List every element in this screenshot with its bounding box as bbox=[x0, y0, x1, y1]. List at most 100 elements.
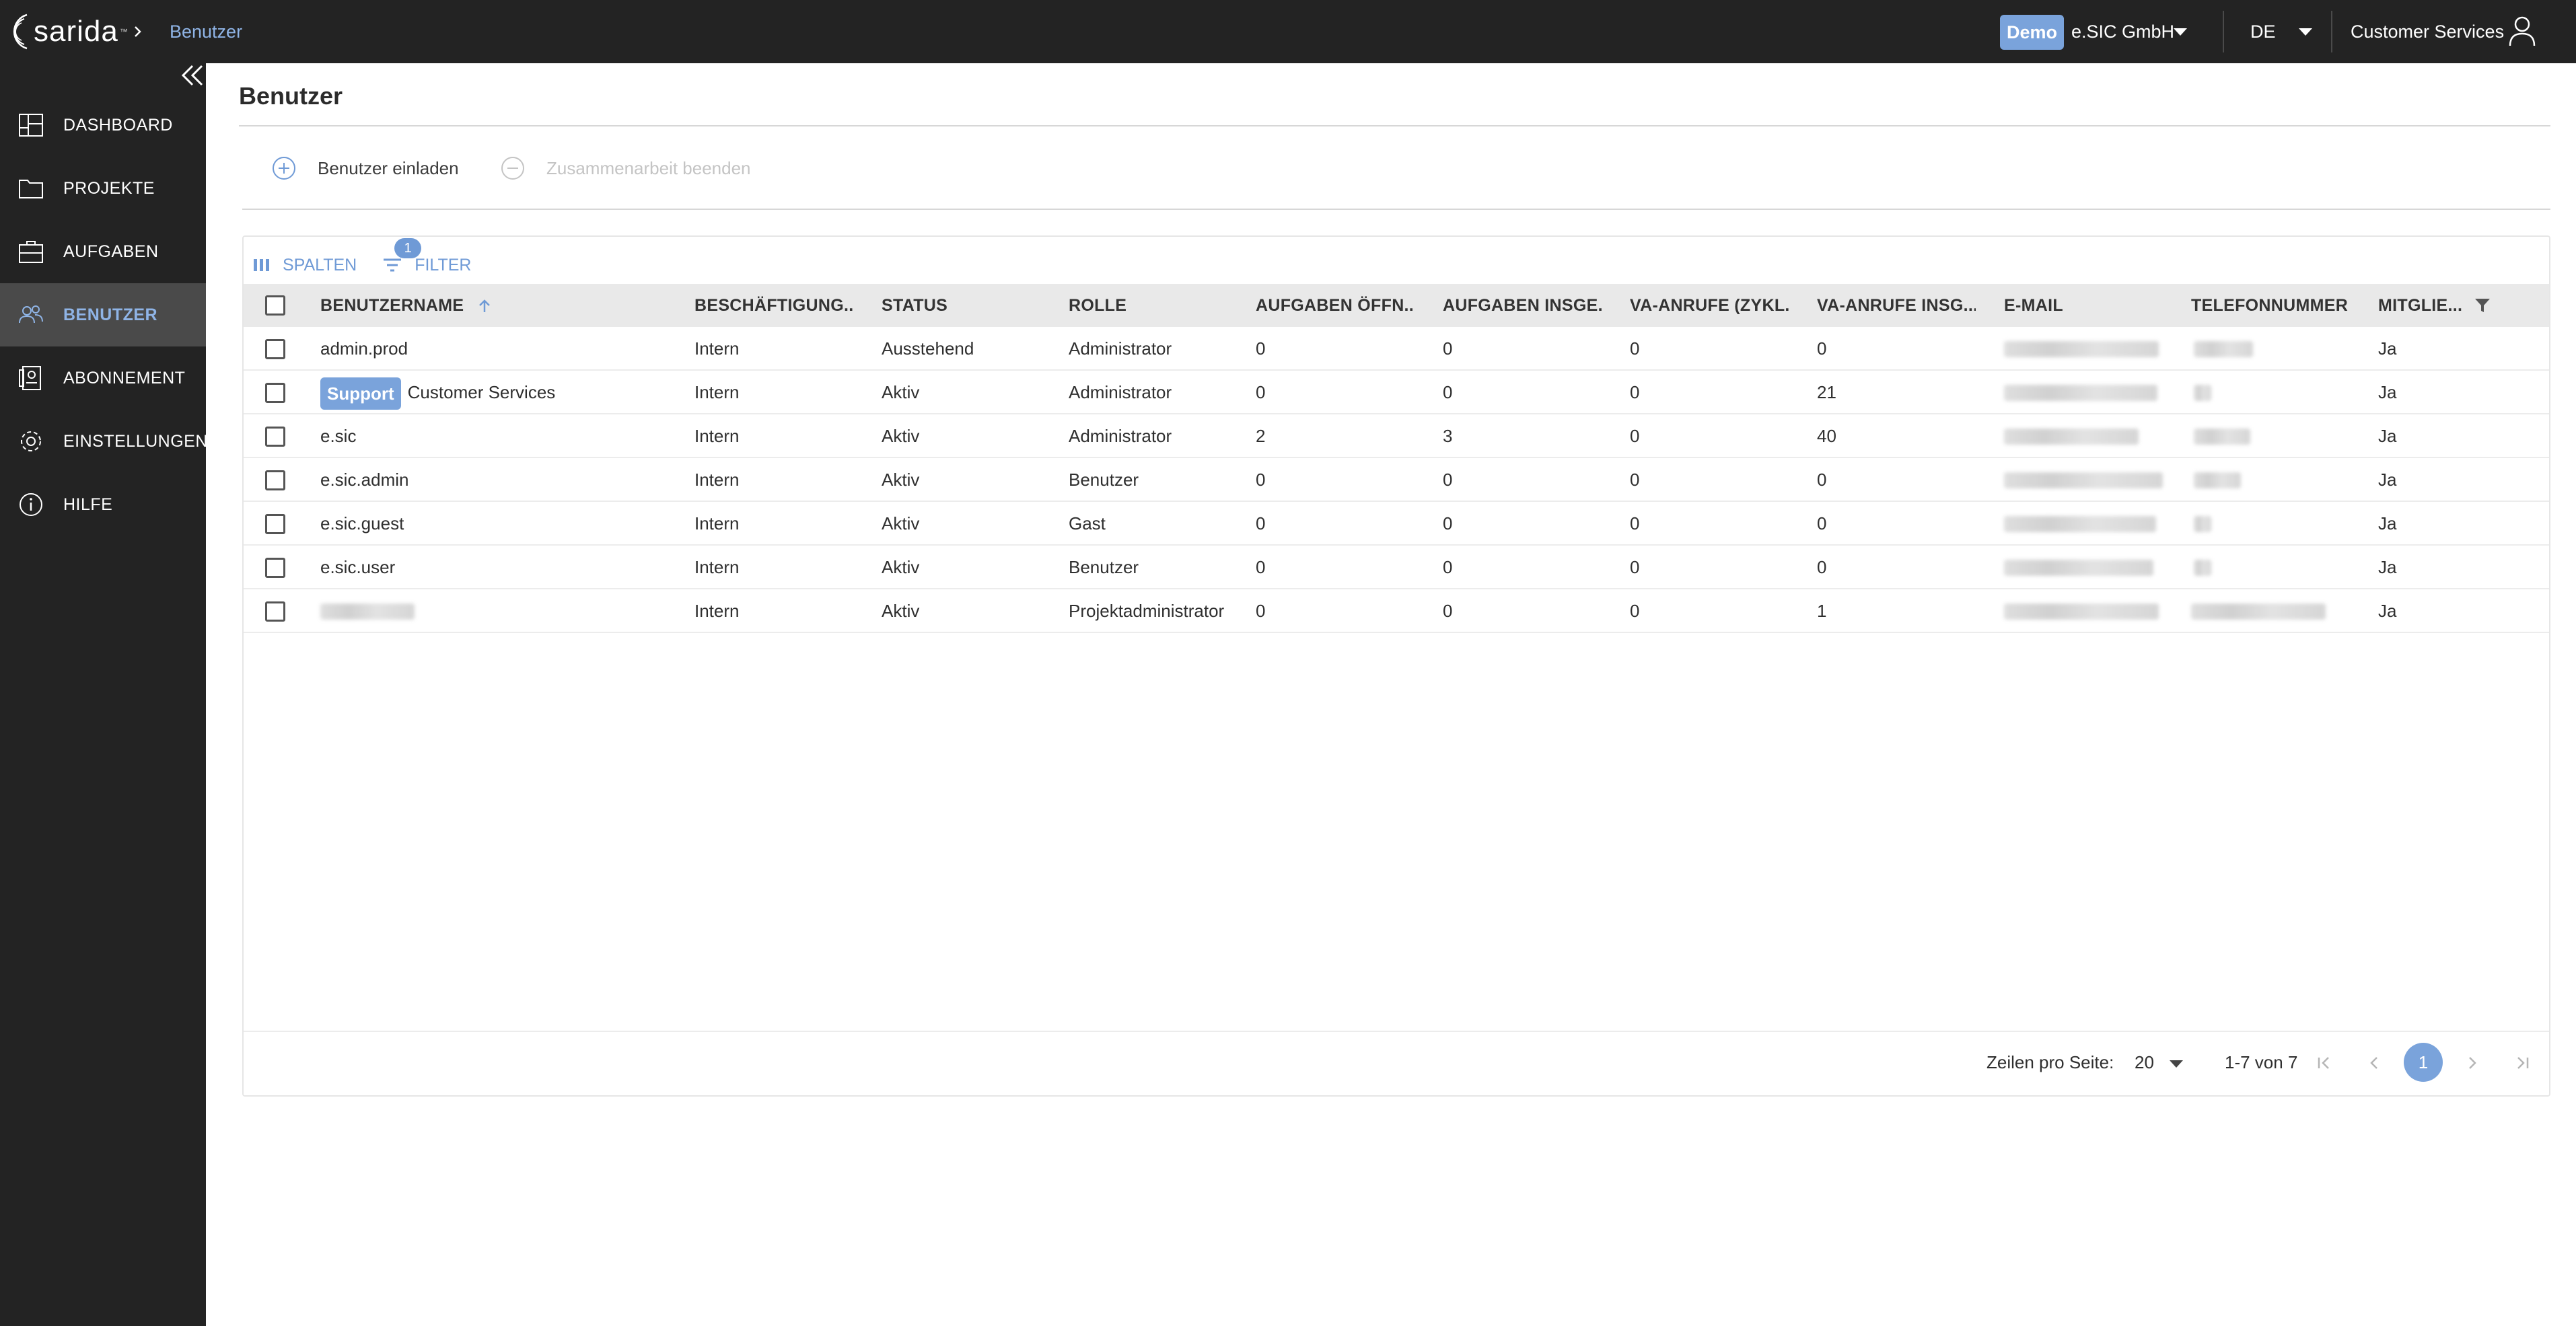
cell-employment: Intern bbox=[694, 557, 740, 577]
gear-icon bbox=[21, 431, 41, 451]
cell-tasks-open: 0 bbox=[1256, 557, 1266, 577]
current-page-button[interactable]: 1 bbox=[2404, 1043, 2443, 1082]
rows-per-page-label: Zeilen pro Seite: bbox=[1987, 1052, 2114, 1072]
table-row[interactable]: e.sic.user Intern Aktiv Benutzer 0 0 0 0… bbox=[244, 546, 2549, 589]
column-header-tasks-open[interactable]: AUFGABEN ÖFFN... bbox=[1256, 284, 1415, 327]
column-header-employment[interactable]: BESCHÄFTIGUNG... bbox=[694, 284, 853, 327]
language-selector[interactable]: DE bbox=[2250, 19, 2276, 44]
pagination-range: 1-7 von 7 bbox=[2225, 1052, 2298, 1072]
cell-va-calls-cycle: 0 bbox=[1630, 338, 1640, 359]
pagination: Zeilen pro Seite: 20 1-7 von 7 1 bbox=[244, 1032, 2549, 1097]
cell-username: e.sic.admin bbox=[320, 470, 409, 490]
column-header-tasks-total[interactable]: AUFGABEN INSGE... bbox=[1443, 284, 1602, 327]
cell-va-calls-total: 1 bbox=[1817, 601, 1827, 621]
rows-per-page-dropdown-icon[interactable] bbox=[2170, 1060, 2183, 1068]
column-header-status[interactable]: STATUS bbox=[882, 284, 947, 327]
company-selector[interactable]: e.SIC GmbH bbox=[2071, 19, 2174, 44]
redacted-phone bbox=[2194, 429, 2250, 445]
cell-member: Ja bbox=[2378, 470, 2397, 490]
sidebar-item-label: HILFE bbox=[63, 494, 113, 514]
cell-username: Support Customer Services bbox=[320, 371, 555, 414]
info-icon bbox=[20, 493, 42, 516]
row-checkbox[interactable] bbox=[265, 514, 285, 534]
tenant-badge: Demo bbox=[2000, 15, 2065, 50]
cell-va-calls-total: 0 bbox=[1817, 557, 1827, 577]
cell-va-calls-total: 0 bbox=[1817, 338, 1827, 359]
next-page-icon[interactable] bbox=[2459, 1049, 2486, 1076]
sidebar-item-hilfe[interactable]: HILFE bbox=[0, 473, 206, 536]
column-header-role[interactable]: ROLLE bbox=[1069, 284, 1126, 327]
language-dropdown-icon[interactable] bbox=[2299, 28, 2312, 36]
column-header-va-calls-total[interactable]: VA-ANRUFE INSG... bbox=[1817, 284, 1976, 327]
cell-employment: Intern bbox=[694, 338, 740, 359]
column-header-email[interactable]: E-MAIL bbox=[2004, 284, 2063, 327]
table-row[interactable]: admin.prod Intern Ausstehend Administrat… bbox=[244, 327, 2549, 371]
last-page-icon[interactable] bbox=[2509, 1049, 2536, 1076]
cell-tasks-total: 0 bbox=[1443, 601, 1453, 621]
sidebar-item-benutzer[interactable]: BENUTZER bbox=[0, 283, 206, 346]
previous-page-icon[interactable] bbox=[2361, 1049, 2388, 1076]
divider bbox=[239, 125, 2550, 126]
sidebar-item-label: AUFGABEN bbox=[63, 242, 159, 261]
cell-tasks-open: 0 bbox=[1256, 470, 1266, 490]
cell-status: Aktiv bbox=[882, 426, 920, 446]
column-header-member[interactable]: MITGLIE... bbox=[2378, 284, 2466, 327]
company-dropdown-icon[interactable] bbox=[2174, 28, 2187, 36]
redacted-email bbox=[2004, 603, 2159, 620]
table-row[interactable]: Support Customer Services Intern Aktiv Ad… bbox=[244, 371, 2549, 414]
cell-member: Ja bbox=[2378, 338, 2397, 359]
sidebar-item-einstellungen[interactable]: EINSTELLUNGEN bbox=[0, 410, 207, 473]
column-filter-icon[interactable] bbox=[2474, 297, 2491, 314]
table-row[interactable]: e.sic.admin Intern Aktiv Benutzer 0 0 0 … bbox=[244, 458, 2549, 502]
sidebar-item-aufgaben[interactable]: AUFGABEN bbox=[0, 220, 206, 283]
invite-user-button[interactable]: Benutzer einladen bbox=[272, 153, 459, 183]
table-row[interactable]: Intern Aktiv Projektadministrator 0 0 0 … bbox=[244, 589, 2549, 633]
table-row[interactable]: e.sic Intern Aktiv Administrator 2 3 0 4… bbox=[244, 414, 2549, 458]
breadcrumb-current[interactable]: Benutzer bbox=[170, 19, 242, 44]
column-header-username[interactable]: BENUTZERNAME bbox=[320, 284, 493, 327]
sidebar-nav: DASHBOARD PROJEKTE AUFGABEN BENUTZER ABO… bbox=[0, 94, 207, 536]
tasks-icon bbox=[19, 241, 43, 263]
end-collaboration-button[interactable]: Zusammenarbeit beenden bbox=[501, 153, 751, 183]
cell-status: Aktiv bbox=[882, 557, 920, 577]
user-menu-name[interactable]: Customer Services bbox=[2351, 19, 2504, 44]
collapse-sidebar-icon[interactable] bbox=[180, 63, 205, 87]
logo[interactable]: sarida ™ bbox=[4, 9, 128, 54]
cell-tasks-open: 0 bbox=[1256, 338, 1266, 359]
column-header-phone[interactable]: TELEFONNUMMER bbox=[2191, 284, 2348, 327]
cell-role: Projektadministrator bbox=[1069, 601, 1225, 621]
cell-va-calls-cycle: 0 bbox=[1630, 382, 1640, 402]
user-icon[interactable] bbox=[2507, 15, 2537, 47]
sidebar-item-dashboard[interactable]: DASHBOARD bbox=[0, 94, 206, 157]
cell-va-calls-cycle: 0 bbox=[1630, 426, 1640, 446]
cell-member: Ja bbox=[2378, 557, 2397, 577]
filter-button[interactable]: 1 FILTER bbox=[382, 237, 471, 275]
logo-arcs-icon bbox=[13, 13, 28, 50]
cell-tasks-open: 0 bbox=[1256, 601, 1266, 621]
filter-icon bbox=[384, 258, 402, 272]
columns-button[interactable]: SPALTEN bbox=[253, 256, 357, 275]
select-all-checkbox[interactable] bbox=[265, 295, 285, 316]
sidebar-item-projekte[interactable]: PROJEKTE bbox=[0, 157, 206, 220]
redacted-email bbox=[2004, 385, 2157, 401]
cell-member: Ja bbox=[2378, 426, 2397, 446]
page-title: Benutzer bbox=[239, 82, 343, 110]
dashboard-icon bbox=[19, 114, 43, 137]
first-page-icon[interactable] bbox=[2311, 1049, 2338, 1076]
row-checkbox[interactable] bbox=[265, 427, 285, 447]
column-header-va-calls-cycle[interactable]: VA-ANRUFE (ZYKL... bbox=[1630, 284, 1789, 327]
cell-role: Benutzer bbox=[1069, 557, 1139, 577]
cell-username: e.sic.user bbox=[320, 557, 396, 577]
support-badge: Support bbox=[320, 377, 401, 410]
row-checkbox[interactable] bbox=[265, 339, 285, 359]
breadcrumb-chevron-icon bbox=[135, 26, 141, 37]
rows-per-page-select[interactable]: 20 bbox=[2135, 1052, 2154, 1073]
sort-ascending-icon[interactable] bbox=[476, 297, 493, 315]
row-checkbox[interactable] bbox=[265, 558, 285, 578]
table-row[interactable]: e.sic.guest Intern Aktiv Gast 0 0 0 0 Ja bbox=[244, 502, 2549, 546]
row-checkbox[interactable] bbox=[265, 601, 285, 622]
row-checkbox[interactable] bbox=[265, 383, 285, 403]
sidebar-item-abonnement[interactable]: ABONNEMENT bbox=[0, 346, 206, 410]
row-checkbox[interactable] bbox=[265, 470, 285, 490]
cell-tasks-open: 2 bbox=[1256, 426, 1266, 446]
